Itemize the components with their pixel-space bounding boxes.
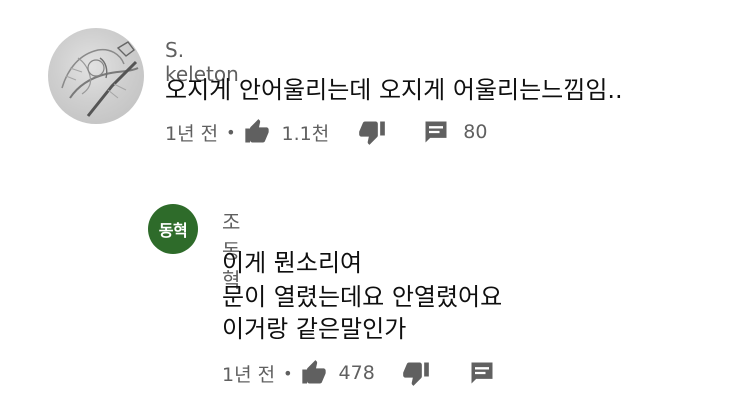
- avatar-sketch-image: [61, 41, 139, 117]
- separator-dot: •: [283, 363, 293, 383]
- reply-count: 80: [463, 121, 488, 143]
- reply-actions: 1년 전 • 478: [222, 359, 497, 387]
- like-count: 1.1천: [281, 122, 330, 145]
- comment-actions: 1년 전 • 1.1천 80: [165, 118, 487, 146]
- reply-timestamp[interactable]: 1년 전: [222, 360, 275, 387]
- reply-button[interactable]: [467, 359, 497, 387]
- comment-icon: [425, 121, 447, 143]
- reply-text-line: 이거랑 같은말인가: [222, 315, 407, 343]
- comment-text: 오지게 안어울리는데 오지게 어울리는느낌임..: [165, 76, 623, 104]
- like-count: 478: [338, 362, 375, 384]
- like-button[interactable]: [299, 359, 329, 387]
- reply-avatar[interactable]: 동혁: [148, 204, 198, 254]
- reply-text-line: 이게 뭔소리여: [222, 249, 363, 277]
- reply-button[interactable]: [421, 118, 451, 146]
- reply-text-line: 문이 열렸는데요 안열렸어요: [222, 283, 503, 311]
- comment-icon: [471, 362, 493, 384]
- thumbs-up-icon: [301, 360, 326, 384]
- dislike-button[interactable]: [401, 359, 431, 387]
- avatar[interactable]: [48, 28, 144, 124]
- thumbs-up-icon: [244, 119, 269, 143]
- comment-timestamp[interactable]: 1년 전: [165, 119, 218, 146]
- thumbs-down-icon: [402, 362, 429, 386]
- dislike-button[interactable]: [357, 118, 387, 146]
- thumbs-down-icon: [359, 121, 386, 145]
- like-button[interactable]: [242, 118, 272, 146]
- separator-dot: •: [226, 122, 236, 142]
